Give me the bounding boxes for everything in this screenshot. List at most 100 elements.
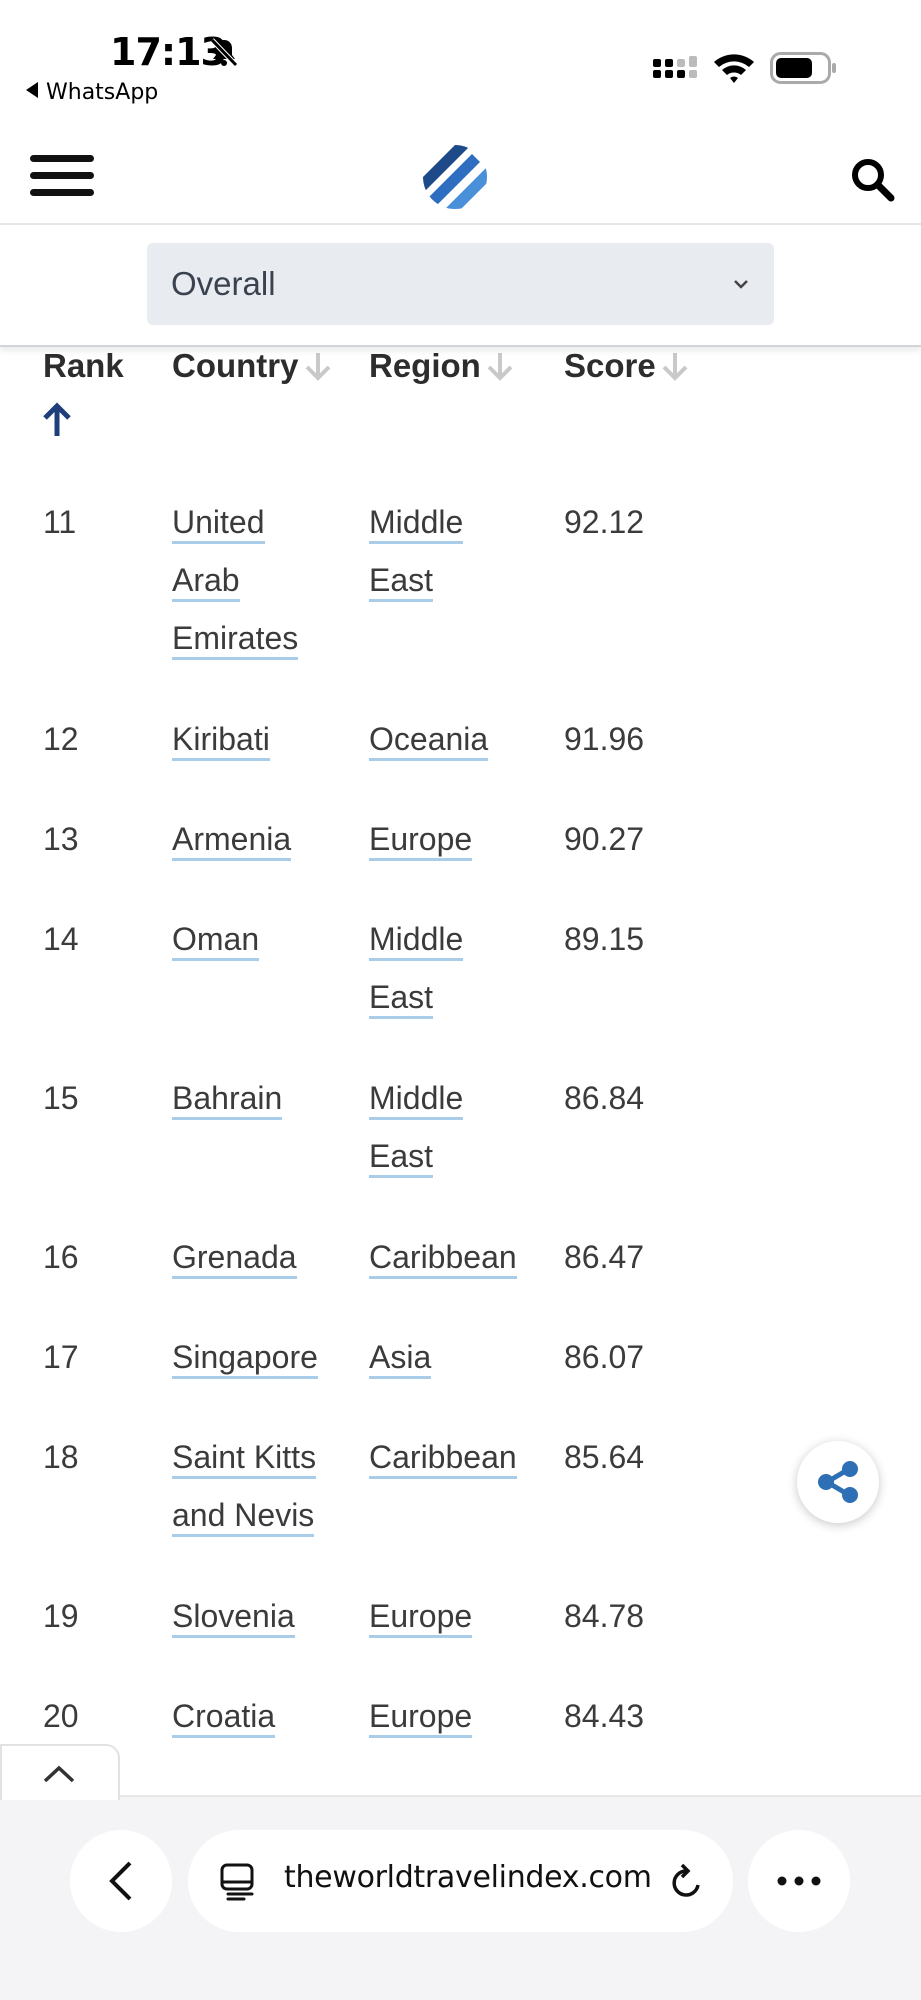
category-select-value: Overall [171,265,276,302]
table-header: Rank Country Region Score [0,347,921,467]
country-link-text: Croatia [172,1698,276,1738]
more-options-button[interactable] [748,1830,850,1932]
region-link-line: Middle [369,504,464,544]
sort-ascending-icon[interactable] [40,400,74,438]
score-cell: 86.84 [564,1080,645,1116]
region-link-line: East [369,562,434,602]
battery-icon [770,52,836,84]
region-link-text: Oceania [369,721,489,761]
sort-down-icon [305,353,330,381]
region-link-text: Asia [369,1339,432,1379]
filter-bar: Overall [0,225,921,347]
column-header-score[interactable]: Score [564,347,690,385]
region-link-text: Europe [369,821,473,861]
country-link-text: Bahrain [172,1080,283,1120]
country-link[interactable]: Armenia [172,810,357,868]
column-header-region[interactable]: Region [369,347,515,385]
chevron-left-icon [109,1861,132,1901]
search-icon[interactable] [848,155,896,203]
country-link[interactable]: Grenada [172,1228,357,1286]
country-link[interactable]: Kiribati [172,710,357,768]
rank-cell: 17 [43,1339,79,1375]
country-link[interactable]: Saint Kitts and Nevis [172,1428,357,1544]
cellular-signal-icon [653,56,697,78]
country-link[interactable]: United Arab Emirates [172,493,357,667]
address-url: theworldtravelindex.com [284,1860,652,1895]
score-cell: 84.43 [564,1698,645,1734]
wifi-icon [714,54,754,83]
region-link[interactable]: Europe [369,1587,559,1645]
country-link[interactable]: Oman [172,910,357,968]
back-app-label: WhatsApp [46,80,159,105]
share-icon [818,1461,858,1503]
score-cell: 85.64 [564,1439,645,1475]
column-header-label: Score [564,347,656,384]
rank-cell: 13 [43,821,79,857]
column-header-label: Rank [43,347,124,384]
country-link[interactable]: Croatia [172,1687,357,1745]
page-tabs-icon [220,1863,254,1901]
region-link-line: Middle [369,1080,464,1120]
region-link[interactable]: Europe [369,810,559,868]
country-link-line: Arab [172,562,240,602]
site-header [0,120,921,225]
region-link-text: Caribbean [369,1439,517,1479]
country-link[interactable]: Bahrain [172,1069,357,1127]
collapse-toolbar-button[interactable] [0,1744,120,1800]
column-header-country[interactable]: Country [172,347,333,385]
country-link-line: United [172,504,265,544]
country-link[interactable]: Singapore [172,1328,357,1386]
reload-icon[interactable] [668,1863,704,1901]
chevron-down-icon [734,280,748,289]
region-link-text: Caribbean [369,1239,517,1279]
region-link-line: East [369,1138,434,1178]
status-bar: 17:13 WhatsApp [0,0,921,120]
country-link-line: Saint Kitts [172,1439,317,1479]
column-header-rank[interactable]: Rank [43,347,124,385]
share-button[interactable] [797,1441,879,1523]
rank-cell: 12 [43,721,79,757]
sort-down-icon [662,353,688,381]
site-logo-icon[interactable] [420,142,490,212]
region-link[interactable]: Asia [369,1328,559,1386]
region-link[interactable]: Caribbean [369,1428,559,1486]
rank-cell: 20 [43,1698,79,1734]
rank-cell: 15 [43,1080,79,1116]
region-link-text: Europe [369,1698,473,1738]
country-link-text: Grenada [172,1239,297,1279]
region-link-line: East [369,979,434,1019]
rank-cell: 19 [43,1598,79,1634]
chevron-up-icon [43,1765,75,1783]
score-cell: 92.12 [564,504,645,540]
country-link-line: Emirates [172,620,299,660]
score-cell: 86.07 [564,1339,645,1375]
muted-bell-icon [210,38,238,67]
score-cell: 89.15 [564,921,645,957]
country-link-text: Oman [172,921,260,961]
browser-toolbar: theworldtravelindex.com [0,1795,921,2000]
region-link[interactable]: Oceania [369,710,559,768]
menu-button[interactable] [30,155,94,197]
region-link-line: Middle [369,921,464,961]
country-link-text: Singapore [172,1339,318,1379]
score-cell: 84.78 [564,1598,645,1634]
region-link[interactable]: Caribbean [369,1228,559,1286]
region-link[interactable]: Middle East [369,1069,559,1185]
score-cell: 86.47 [564,1239,645,1275]
rank-cell: 16 [43,1239,79,1275]
category-select[interactable]: Overall [147,243,774,325]
region-link-text: Europe [369,1598,473,1638]
rank-cell: 18 [43,1439,79,1475]
more-dots-icon [777,1876,821,1886]
region-link[interactable]: Middle East [369,493,559,609]
region-link[interactable]: Middle East [369,910,559,1026]
hamburger-icon [30,155,94,162]
address-bar[interactable]: theworldtravelindex.com [188,1830,733,1932]
hamburger-line [30,172,94,179]
column-header-label: Region [369,347,481,384]
region-link[interactable]: Europe [369,1687,559,1745]
country-link[interactable]: Slovenia [172,1587,357,1645]
rankings-table: Rank Country Region Score 11 United Arab… [0,347,921,1738]
browser-back-button[interactable] [70,1830,172,1932]
back-to-app-link[interactable]: WhatsApp [26,80,158,105]
